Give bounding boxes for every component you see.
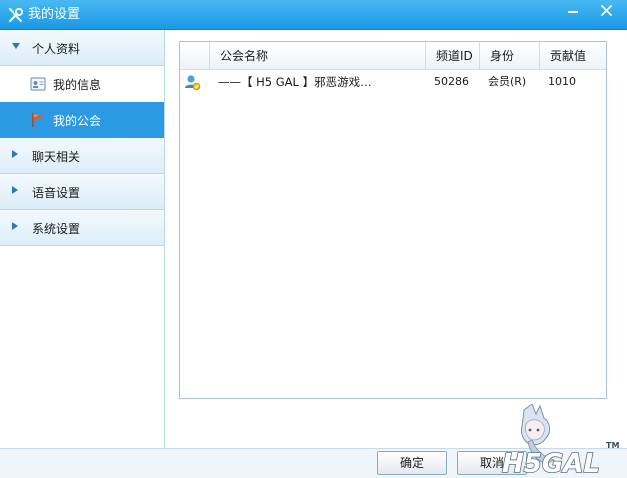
- chevron-down-icon: [12, 43, 20, 49]
- settings-sidebar: 个人资料 我的信息 我的公会 聊天相关 语音设置 系统设置: [0, 30, 165, 448]
- contribution-cell: 1010: [548, 75, 576, 88]
- sidebar-item-my-info[interactable]: 我的信息: [0, 66, 164, 102]
- column-header-guild-name[interactable]: 公会名称: [210, 42, 426, 70]
- chevron-right-icon: [12, 186, 18, 194]
- title-bar: 我的设置: [0, 0, 627, 30]
- sidebar-section-label: 聊天相关: [32, 150, 81, 164]
- sidebar-section-label: 系统设置: [32, 222, 81, 236]
- column-header-icon[interactable]: [180, 42, 210, 70]
- tools-icon: [8, 7, 24, 23]
- sidebar-section-label: 个人资料: [32, 42, 81, 56]
- sidebar-section-system[interactable]: 系统设置: [0, 210, 164, 246]
- guild-flag-icon: [32, 113, 44, 127]
- role-cell: 会员(R): [488, 75, 527, 88]
- sidebar-section-voice[interactable]: 语音设置: [0, 174, 164, 210]
- chevron-right-icon: [12, 222, 18, 230]
- minimize-button[interactable]: [560, 0, 586, 22]
- guild-member-icon: [185, 75, 201, 91]
- column-header-contribution[interactable]: 贡献值: [540, 42, 606, 70]
- sidebar-section-chat[interactable]: 聊天相关: [0, 138, 164, 174]
- table-header: 公会名称 频道ID 身份 贡献值: [180, 42, 606, 70]
- h5gal-logo: H5GAL TM: [501, 404, 619, 478]
- sidebar-item-label: 我的信息: [53, 78, 102, 92]
- trademark-mark: TM: [606, 441, 619, 450]
- table-row[interactable]: ——【 H5 GAL 】邪恶游戏… 50286 会员(R) 1010: [180, 70, 606, 94]
- column-header-role[interactable]: 身份: [480, 42, 540, 70]
- ok-button[interactable]: 确定: [377, 451, 447, 475]
- window-title: 我的设置: [28, 7, 81, 22]
- sidebar-section-label: 语音设置: [32, 186, 81, 200]
- sidebar-section-personal[interactable]: 个人资料: [0, 30, 164, 66]
- guild-name-cell: ——【 H5 GAL 】邪恶游戏…: [218, 75, 372, 89]
- sidebar-item-my-guild[interactable]: 我的公会: [0, 102, 164, 138]
- column-header-channel-id[interactable]: 频道ID: [426, 42, 480, 70]
- chevron-right-icon: [12, 150, 18, 158]
- profile-card-icon: [30, 77, 46, 91]
- guild-list-panel: 公会名称 频道ID 身份 贡献值 ——【 H5 GAL 】邪恶游戏… 50286…: [179, 41, 607, 399]
- logo-text: H5GAL: [502, 449, 600, 478]
- close-button[interactable]: [592, 0, 622, 22]
- sidebar-item-label: 我的公会: [53, 114, 102, 128]
- channel-id-cell: 50286: [434, 75, 469, 88]
